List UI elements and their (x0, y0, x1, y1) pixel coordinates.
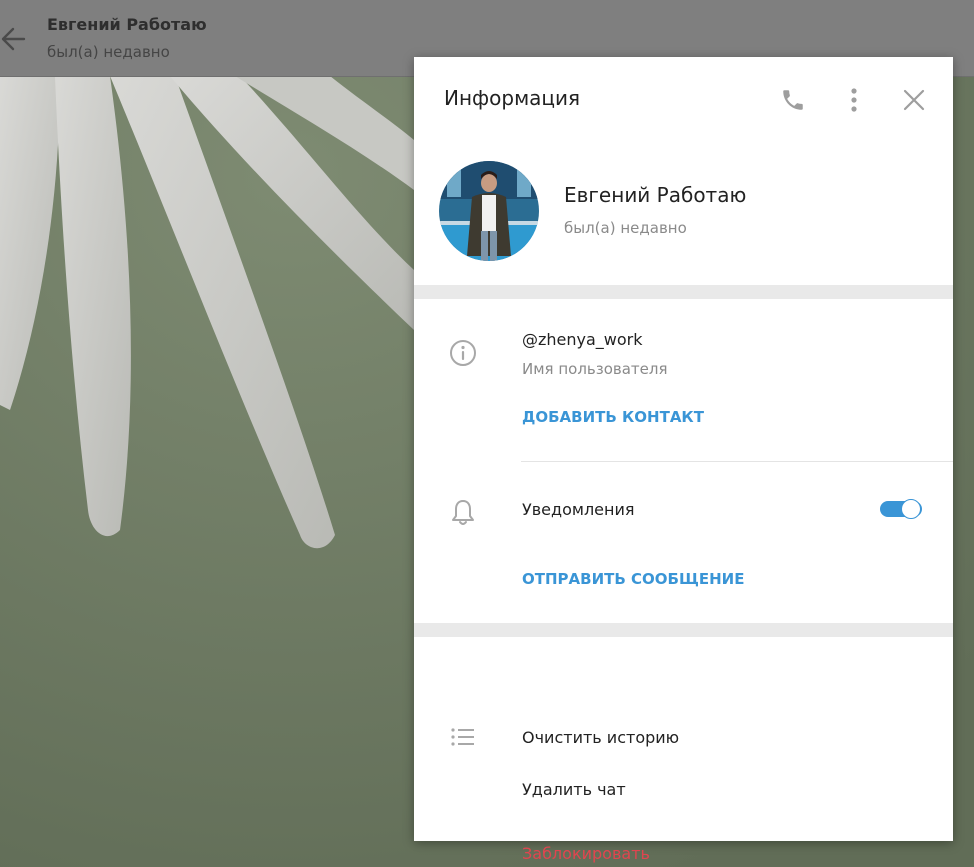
avatar[interactable] (439, 161, 539, 261)
telegram-window: Евгений Работаю был(а) недавно Информаци… (0, 0, 974, 867)
actions-section: Очистить историю Удалить чат Заблокирова… (414, 637, 953, 863)
info-section: @zhenya_work Имя пользователя ДОБАВИТЬ К… (414, 299, 953, 623)
toggle-knob (901, 499, 921, 519)
more-vertical-icon (851, 88, 857, 112)
panel-title: Информация (444, 86, 581, 110)
username-value[interactable]: @zhenya_work (522, 330, 643, 349)
block-user-button[interactable]: Заблокировать (522, 844, 650, 863)
close-icon (903, 89, 925, 111)
call-button[interactable] (778, 85, 808, 115)
clear-history-button[interactable]: Очистить историю (522, 728, 679, 747)
chat-status: был(а) недавно (47, 43, 170, 61)
send-message-button[interactable]: ОТПРАВИТЬ СООБЩЕНИЕ (522, 570, 744, 588)
back-button[interactable] (0, 22, 30, 56)
user-info-panel: Информация Евгений Работаю был(а) недавн… (414, 57, 953, 863)
arrow-left-icon (1, 27, 26, 51)
close-button[interactable] (899, 85, 929, 115)
list-icon (446, 720, 480, 754)
chat-title[interactable]: Евгений Работаю (47, 15, 207, 34)
profile-status: был(а) недавно (564, 219, 687, 237)
bell-icon (446, 495, 480, 529)
add-contact-button[interactable]: ДОБАВИТЬ КОНТАКТ (522, 408, 704, 426)
section-divider (521, 461, 953, 462)
username-label: Имя пользователя (522, 360, 668, 378)
phone-icon (783, 90, 803, 110)
avatar-photo (439, 161, 539, 261)
notifications-toggle[interactable] (880, 498, 922, 520)
notifications-label: Уведомления (522, 500, 635, 519)
profile-section: Информация Евгений Работаю был(а) недавн… (414, 57, 953, 285)
info-circle-icon (446, 336, 480, 370)
more-button[interactable] (839, 85, 869, 115)
delete-chat-button[interactable]: Удалить чат (522, 780, 626, 799)
profile-name: Евгений Работаю (564, 183, 747, 207)
